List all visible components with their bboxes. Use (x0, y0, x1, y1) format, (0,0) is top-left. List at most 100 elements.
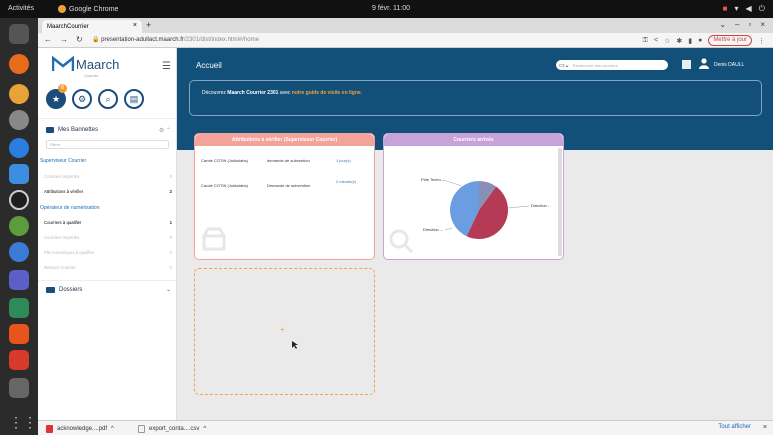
dock-app-icon[interactable] (9, 216, 29, 236)
anydesk-icon[interactable] (9, 350, 29, 370)
scrollbar[interactable] (558, 148, 562, 256)
divider (38, 280, 177, 281)
bannettes-title: Mes Bannettes (58, 127, 99, 133)
chevron-down-icon[interactable]: ⌄ (166, 286, 171, 293)
files-icon[interactable] (9, 164, 29, 184)
banner-text: avec (278, 90, 292, 96)
main-content: Accueil ▭⌄ Rechercher des courriers ⌕ De… (177, 48, 773, 420)
url-path: /2301/dist/index.html#/home (183, 37, 259, 43)
clock[interactable]: 9 févr. 11:00 (372, 5, 410, 12)
user-icon[interactable] (699, 58, 709, 69)
tour-link[interactable]: notre guide de visite en ligne. (292, 90, 362, 96)
back-icon[interactable]: ← (44, 35, 52, 44)
bannettes-controls[interactable]: ⚙ ⌃ (159, 127, 171, 134)
trash-icon[interactable] (9, 378, 29, 398)
bannette-label: Courriers importés (44, 235, 80, 240)
teams-icon[interactable] (9, 270, 29, 290)
sidebar: Maarch Courrier ☰ ★ 6 ⚙ ⌕ ▤ Mes Bannette… (38, 48, 177, 420)
pie-label: Direction ... (423, 227, 443, 232)
maximize-icon[interactable]: ▫ (748, 20, 751, 29)
maarch-app: Maarch Courrier ☰ ★ 6 ⚙ ⌕ ▤ Mes Bannette… (38, 48, 773, 420)
dock-app-icon[interactable] (9, 24, 29, 44)
star-icon[interactable]: ☆ (664, 37, 670, 45)
dock-app-icon[interactable] (9, 138, 29, 158)
software-icon[interactable] (9, 324, 29, 344)
chrome-dock-icon[interactable] (9, 84, 29, 104)
bannette-count: 0 (169, 250, 172, 255)
sidepanel-icon[interactable]: ▮ (688, 37, 692, 45)
obs-icon[interactable] (9, 190, 29, 210)
bannette-item[interactable]: Courriers importés 0 (44, 235, 172, 240)
bannette-item[interactable]: Plis numériques à qualifier 0 (44, 250, 172, 255)
inbox-filter-icon[interactable]: ▭⌄ (559, 62, 570, 69)
update-button[interactable]: Mettre à jour (708, 35, 752, 46)
bannettes-filter-input[interactable]: Filtrer (46, 140, 169, 149)
close-window-icon[interactable]: × (760, 20, 765, 29)
app-grid-icon[interactable]: ⋮⋮ (9, 412, 37, 432)
row-time[interactable]: 2 minute(s) (336, 179, 366, 184)
tab-search-icon[interactable]: ⌄ (719, 20, 726, 29)
search-icon: ⌕ (105, 93, 111, 104)
close-tab-icon[interactable]: × (133, 22, 137, 29)
new-tab-icon[interactable]: + (146, 20, 151, 30)
bannette-item[interactable]: Retours Courrier 0 (44, 265, 172, 270)
activities-button[interactable]: Activités (8, 5, 34, 12)
close-downloads-icon[interactable]: × (763, 424, 767, 431)
network-icon: ▾ (734, 4, 739, 13)
address-bar[interactable]: 🔒 presentation-adullact.maarch.fr/2301/d… (92, 36, 259, 43)
row-name[interactable]: Carole COTIN (Jokkolabs) (201, 158, 248, 163)
share-icon[interactable]: < (654, 37, 658, 44)
bannette-item[interactable]: Courriers à qualifier 1 (44, 220, 172, 225)
maarch-logo[interactable]: Maarch Courrier (52, 56, 119, 78)
calc-icon[interactable] (9, 298, 29, 318)
profile-icon[interactable]: ● (698, 37, 702, 44)
search-icon[interactable]: ⌕ (657, 59, 661, 69)
menu-icon[interactable]: ⋮ (758, 37, 765, 45)
bannette-count: 0 (169, 265, 172, 270)
bannettes-header[interactable]: Mes Bannettes ⚙ ⌃ (46, 125, 171, 135)
settings-icon[interactable] (9, 110, 29, 130)
bannette-count: 2 (169, 189, 172, 194)
browser-tab-strip: MaarchCourrier × + ⌄ – ▫ × (38, 18, 773, 33)
arrivals-card: Courriers arrivés Direction ... Direction… (383, 133, 564, 260)
lock-icon: 🔒 (92, 37, 100, 43)
search-button[interactable]: ⌕ (98, 89, 118, 109)
reload-icon[interactable]: ↻ (76, 35, 83, 44)
show-all-downloads-button[interactable]: Tout afficher (718, 424, 751, 430)
new-mail-button[interactable]: ▤ (124, 89, 144, 109)
attributions-card: Attributions à vérifier (Superviseur Cou… (194, 133, 375, 260)
chevron-up-icon[interactable]: ^ (111, 426, 114, 432)
dossiers-header[interactable]: Dossiers ⌄ (46, 286, 171, 293)
row-name[interactable]: Carole COTIN (Jokkolabs) (201, 183, 248, 188)
row-time[interactable]: 1 jour(s) (336, 158, 351, 163)
extensions-icon[interactable]: ✱ (676, 37, 682, 45)
key-icon[interactable]: ⚿ (643, 37, 648, 45)
chevron-up-icon[interactable]: ^ (203, 426, 206, 432)
firefox-icon[interactable] (9, 54, 29, 74)
search-input[interactable]: ▭⌄ Rechercher des courriers (556, 60, 668, 70)
card-title: Courriers arrivés (384, 134, 563, 146)
forward-icon[interactable]: → (60, 35, 68, 44)
bannette-item[interactable]: Courriers importés 0 (44, 174, 172, 179)
minimize-icon[interactable]: – (735, 20, 739, 29)
search-watermark-icon (389, 229, 414, 254)
user-name[interactable]: Denis DAULL (714, 62, 744, 68)
add-widget-zone[interactable]: + (194, 268, 375, 395)
add-icon[interactable]: + (280, 325, 285, 334)
app-menu[interactable]: Google Chrome (58, 5, 118, 13)
browser-tab[interactable]: MaarchCourrier × (42, 20, 142, 33)
grid-icon[interactable] (682, 60, 691, 69)
hamburger-icon[interactable]: ☰ (162, 61, 171, 72)
admin-button[interactable]: ⚙ (72, 89, 92, 109)
help-icon[interactable] (9, 242, 29, 262)
download-item[interactable]: acknowledge....pdf ^ (46, 425, 114, 433)
document-icon: ▤ (129, 93, 139, 104)
star-icon: ★ (51, 93, 61, 104)
system-tray[interactable]: ■ ▾ ◀ ⏻ (723, 4, 765, 14)
download-name: acknowledge....pdf (57, 426, 108, 432)
row-subject[interactable]: Demande de subvention (267, 183, 310, 188)
volume-icon: ◀ (745, 4, 752, 13)
row-subject[interactable]: demande de subvention (267, 158, 310, 163)
download-item[interactable]: export_conta....csv ^ (138, 425, 206, 433)
bannette-item[interactable]: Attributions à vérifier 2 (44, 189, 172, 194)
